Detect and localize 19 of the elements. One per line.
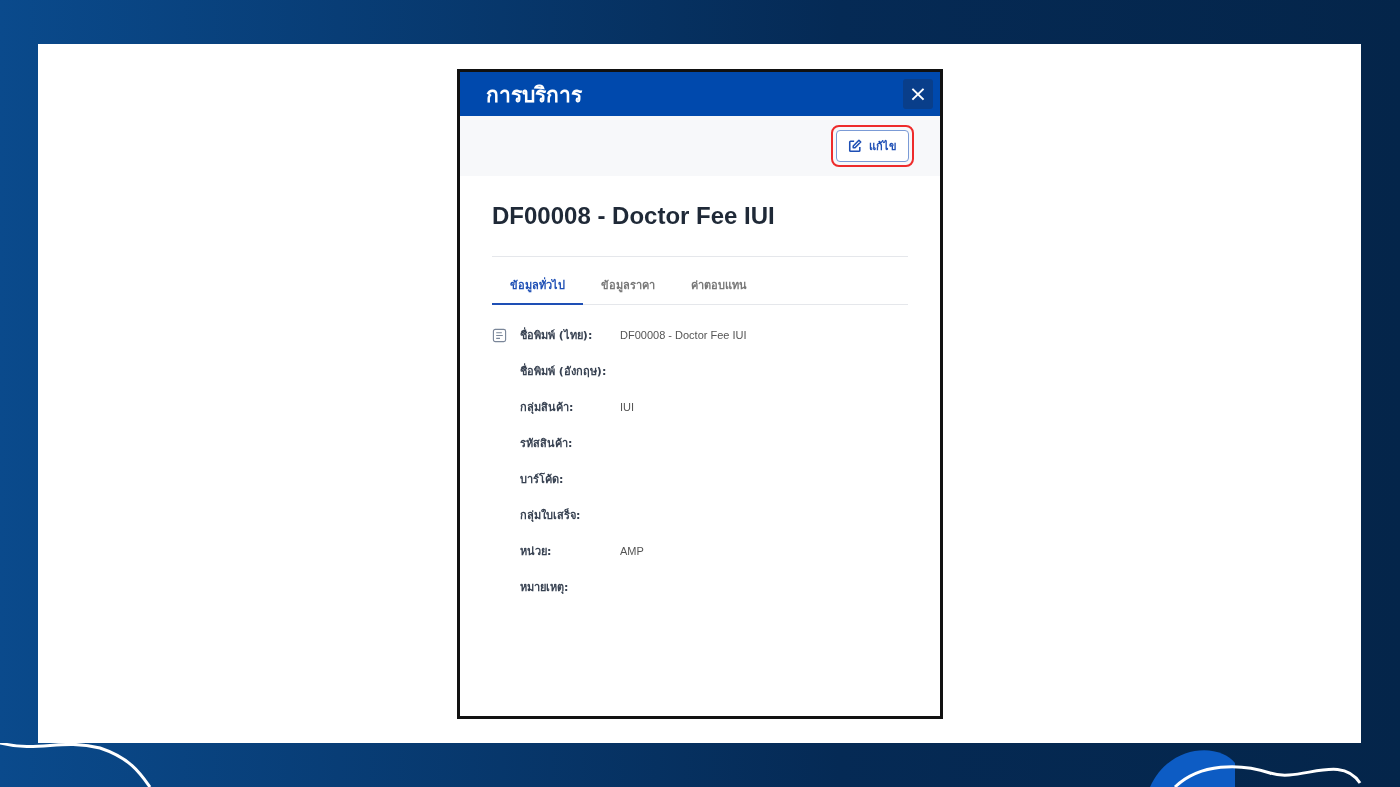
field-label: กลุ่มใบเสร็จ: [520,507,582,524]
close-button[interactable]: × [903,79,933,109]
tab[interactable]: ค่าตอบแทน [673,276,765,305]
field-label: หมายเหตุ: [520,580,570,596]
field-label: กลุ่มสินค้า: [520,400,575,416]
item-heading: DF00008 - Doctor Fee IUI [492,202,776,230]
field-label: บาร์โค้ด: [520,471,565,488]
field-label: ชื่อพิมพ์ (ไทย): [520,326,594,344]
field-value: DF00008 - Doctor Fee IUI [620,329,747,341]
edit-icon [848,139,862,153]
dialog-title: การบริการ [486,81,582,108]
tab[interactable]: ข้อมูลราคา [583,276,673,305]
edit-button[interactable]: แก้ไข [836,130,909,162]
tab[interactable]: ข้อมูลทั่วไป [492,276,583,305]
field-value: AMP [620,545,644,557]
field-value: IUI [620,401,635,413]
field-label: หน่วย: [520,544,553,560]
field-label: ชื่อพิมพ์ (อังกฤษ): [520,362,608,380]
field-label: รหัสสินค้า: [520,436,574,452]
